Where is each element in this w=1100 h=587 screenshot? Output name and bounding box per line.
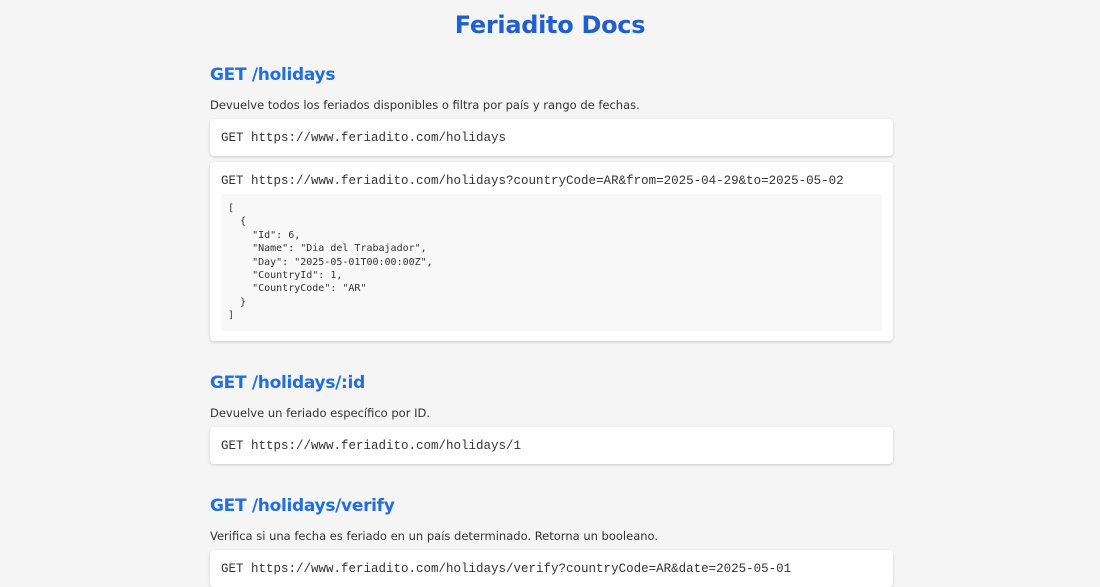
request-card-holidays-verify: GET https://www.feriadito.com/holidays/v…	[210, 550, 893, 587]
section-description-holidays-verify: Verifica si una fecha es feriado en un p…	[210, 529, 659, 543]
section-heading-holidays-verify: GET /holidays/verify	[210, 496, 395, 516]
section-description-holidays-id: Devuelve un feriado específico por ID.	[210, 406, 430, 420]
response-line: "Name": "Dia del Trabajador",	[228, 243, 427, 255]
request-line: GET https://www.feriadito.com/holidays?c…	[221, 174, 844, 188]
section-heading-holidays: GET /holidays	[210, 65, 336, 85]
request-line: GET https://www.feriadito.com/holidays/1	[221, 439, 522, 453]
response-line: "CountryCode": "AR"	[228, 283, 367, 295]
response-line: "CountryId": 1,	[228, 270, 343, 282]
response-line: "Day": "2025-05-01T00:00:00Z",	[228, 256, 433, 268]
request-line: GET https://www.feriadito.com/holidays/v…	[221, 562, 792, 576]
request-card-holidays-all: GET https://www.feriadito.com/holidays	[210, 119, 893, 156]
page-title: Feriadito Docs	[454, 11, 646, 39]
request-card-holidays-filtered: GET https://www.feriadito.com/holidays?c…	[210, 162, 893, 341]
section-description-holidays: Devuelve todos los feriados disponibles …	[210, 98, 640, 112]
section-heading-holidays-id: GET /holidays/:id	[210, 373, 365, 393]
response-line: ]	[228, 310, 235, 322]
response-line: "Id": 6,	[228, 229, 301, 241]
response-line: {	[228, 216, 247, 228]
request-line: GET https://www.feriadito.com/holidays	[221, 131, 507, 145]
response-line: }	[228, 296, 247, 308]
request-card-holidays-id: GET https://www.feriadito.com/holidays/1	[210, 427, 893, 464]
response-code-block: [ { "Id": 6, "Name": "Dia del Trabajador…	[221, 194, 882, 331]
response-line: [	[228, 203, 235, 214]
